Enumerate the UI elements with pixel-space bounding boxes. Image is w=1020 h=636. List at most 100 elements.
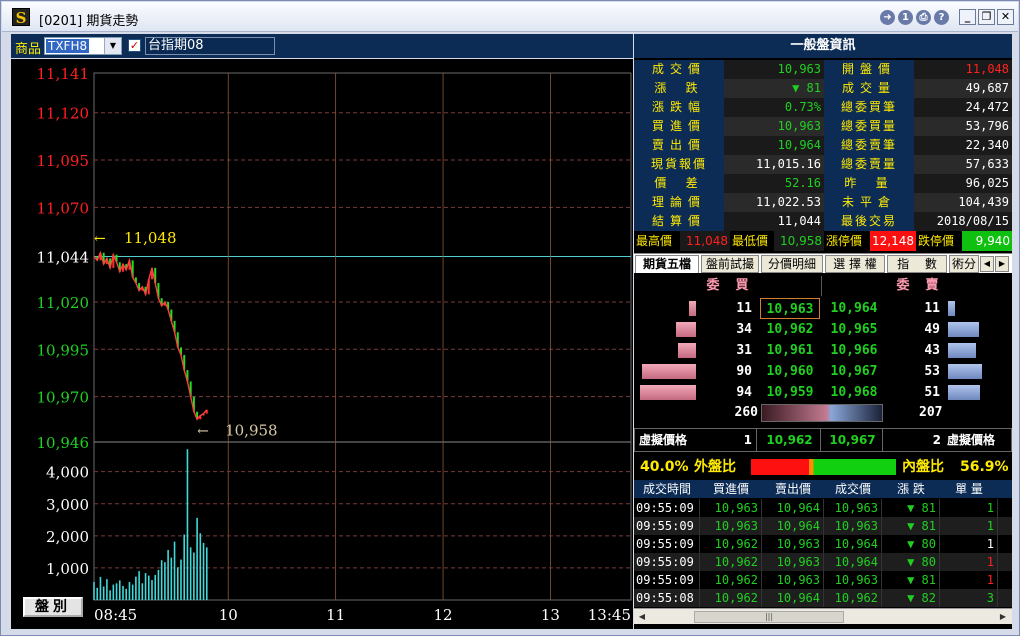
volume-bar (112, 584, 115, 600)
tab-scroll-right-icon[interactable]: ▶ (995, 256, 1009, 272)
volume-bar (205, 547, 208, 600)
virtual-qty-right: 2 (932, 433, 941, 447)
tick-ask: 10,964 (762, 517, 824, 535)
inner-ratio-label: 內盤比 (902, 459, 944, 475)
quote-value: 22,340 (914, 136, 1012, 155)
high-price-label: 最高價 (634, 231, 680, 251)
horizontal-scrollbar[interactable]: ◀ ||| ▶ (634, 608, 1012, 624)
tick-change: ▼ 80 (882, 553, 940, 571)
tab-scroll-left-icon[interactable]: ◀ (980, 256, 994, 272)
volume-tick-label: 1,000 (46, 560, 89, 578)
tick-bid: 10,963 (700, 499, 762, 517)
tab-futures-depth[interactable]: 期貨五檔 (635, 255, 699, 273)
virtual-bid-price: 10,962 (759, 429, 821, 451)
product-code-value: TXFH8 (46, 39, 90, 53)
ratio-bar (751, 459, 896, 475)
bid-price: 10,963 (760, 298, 820, 319)
ask-qty: 11 (924, 301, 940, 316)
volume-bar (196, 517, 198, 600)
bid-depth-bar (640, 385, 696, 400)
orderbook-row: 31 10,961 10,966 43 (634, 340, 1012, 361)
volume-bar (135, 576, 137, 600)
tick-row[interactable]: 09:55:09 10,962 10,963 10,964 ▼ 80 1 (634, 535, 1012, 553)
bid-depth-bar (689, 301, 696, 316)
volume-bar (199, 533, 202, 600)
quote-label: 結算價 (634, 212, 724, 231)
orderbook-row: 11 10,963 10,964 11 (634, 298, 1012, 319)
ticks-column-header: 買進價 (712, 482, 749, 496)
outer-ratio-label: 外盤比 (694, 459, 736, 475)
market-session-button[interactable]: 盤別 (23, 597, 83, 617)
minimize-icon[interactable]: _ (959, 9, 976, 25)
info-icon[interactable]: 1 (898, 10, 913, 25)
product-code-combobox[interactable]: TXFH8 ▼ (44, 37, 122, 55)
quote-value: 11,048 (914, 60, 1012, 79)
tick-time: 09:55:09 (634, 553, 700, 571)
volume-bar (160, 560, 163, 600)
time-tick-label: 12 (434, 606, 453, 624)
tick-row[interactable]: 09:55:09 10,963 10,964 10,963 ▼ 81 1 (634, 517, 1012, 535)
back-icon[interactable]: ➜ (880, 10, 895, 25)
ask-price: 10,967 (830, 364, 878, 379)
bid-price: 10,959 (766, 385, 814, 400)
help-icon[interactable]: ? (934, 10, 949, 25)
volume-bar (173, 541, 176, 600)
quote-row: 成交價 10,963 開盤價 11,048 (634, 60, 1012, 79)
scroll-left-icon[interactable]: ◀ (635, 610, 649, 624)
print-icon[interactable]: ⎙ (916, 10, 931, 25)
title-bar[interactable]: S [0201] 期貨走勢 ➜ 1 ⎙ ? _ ❐ ✕ (2, 2, 1018, 32)
tick-row[interactable]: 09:55:09 10,962 10,963 10,964 ▼ 80 1 (634, 553, 1012, 571)
panel-tabs: 期貨五檔 盤前試撮 分價明細 選 擇 權 指 數 術分 ◀ ▶ (634, 253, 1012, 273)
virtual-label-right: 虛擬價格 (947, 433, 996, 447)
quote-label: 未平倉 (824, 193, 914, 212)
quote-value: 49,687 (914, 79, 1012, 98)
intraday-chart[interactable]: 11,141 11,120 11,095 11,070 11,044 11,020 10,9… (11, 59, 633, 629)
scroll-right-icon[interactable]: ▶ (996, 610, 1010, 624)
tab-pre-open[interactable]: 盤前試撮 (701, 255, 759, 273)
close-icon[interactable]: ✕ (997, 9, 1014, 25)
ticks-column-header: 賣出價 (774, 482, 811, 496)
quote-value: 2018/08/15 (914, 212, 1012, 231)
scroll-thumb[interactable]: ||| (694, 611, 844, 623)
bid-qty: 94 (736, 385, 752, 400)
bid-qty: 90 (736, 364, 752, 379)
tick-row[interactable]: 09:55:09 10,963 10,964 10,963 ▼ 81 1 (634, 499, 1012, 517)
quote-label: 開盤價 (824, 60, 914, 79)
chevron-down-icon[interactable]: ▼ (104, 38, 121, 54)
tick-row[interactable]: 09:55:08 10,962 10,964 10,962 ▼ 82 3 (634, 589, 1012, 607)
ask-qty: 51 (924, 385, 940, 400)
virtual-qty-left: 1 (701, 429, 757, 451)
ask-header: 委賣 (896, 278, 955, 293)
tick-price: 10,963 (824, 571, 882, 589)
tab-price-detail[interactable]: 分價明細 (761, 255, 823, 273)
ask-qty: 49 (924, 322, 940, 337)
volume-bar (141, 583, 144, 600)
tick-ask: 10,964 (762, 499, 824, 517)
limit-up-label: 漲停價 (824, 231, 870, 251)
tick-ask: 10,964 (762, 589, 824, 607)
product-checkbox[interactable]: ✓ (128, 39, 141, 52)
tick-time: 09:55:09 (634, 517, 700, 535)
tick-price: 10,964 (824, 553, 882, 571)
volume-bar (157, 569, 160, 600)
tick-time: 09:55:08 (634, 589, 700, 607)
limit-down-value: 9,940 (962, 231, 1012, 251)
tick-change: ▼ 81 (882, 517, 940, 535)
volume-bar (96, 587, 99, 600)
ask-qty: 43 (924, 343, 940, 358)
quote-value: 11,044 (724, 212, 824, 231)
product-name: 台指期08 (145, 37, 275, 55)
maximize-icon[interactable]: ❐ (978, 9, 995, 25)
quote-label: 價 差 (634, 174, 724, 193)
tab-options[interactable]: 選 擇 權 (825, 255, 885, 273)
tab-technical[interactable]: 術分 (949, 255, 979, 273)
virtual-price-row: 虛擬價格 1 10,962 10,967 2 虛擬價格 (634, 428, 1012, 452)
quote-panel: 一般盤資訊 成交價 10,963 開盤價 11,048 漲 跌 ▼ 81 成交量 49,687… (634, 34, 1012, 629)
tab-index[interactable]: 指 數 (887, 255, 947, 273)
tick-qty: 1 (940, 553, 998, 571)
bid-price: 10,960 (766, 364, 814, 379)
tick-row[interactable]: 09:55:09 10,962 10,963 10,963 ▼ 81 1 (634, 571, 1012, 589)
high-price-annotation: 11,048 (124, 229, 177, 247)
tick-bid: 10,962 (700, 571, 762, 589)
volume-bar (138, 571, 140, 600)
